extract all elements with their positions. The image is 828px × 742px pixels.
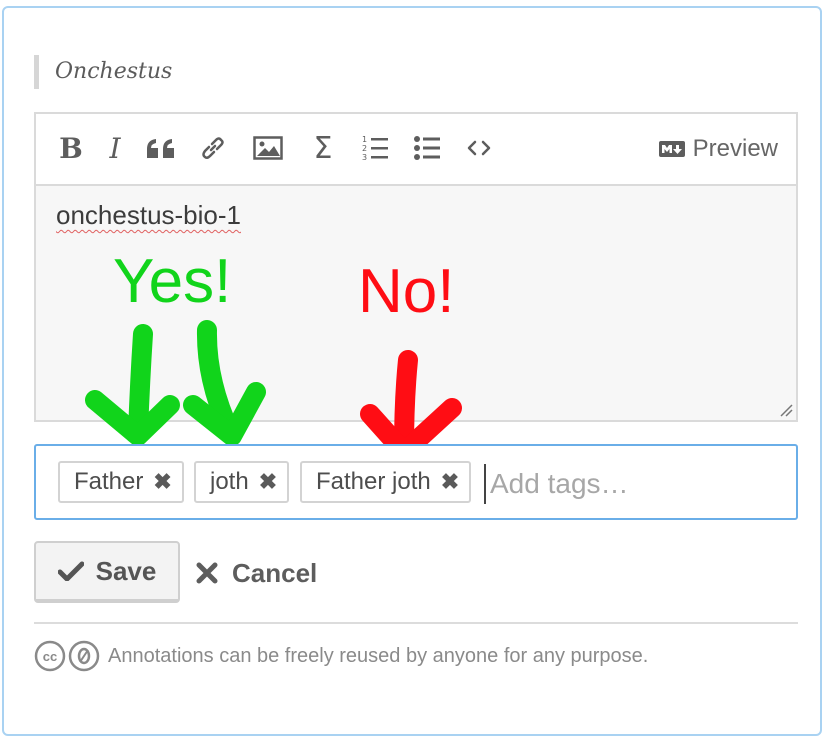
annotation-text[interactable]: onchestus-bio-1 [56,200,241,231]
image-icon[interactable] [250,130,286,166]
footer-divider [34,622,798,624]
license-notice: cc Annotations can be freely reused by a… [34,638,648,674]
math-icon[interactable]: Σ [306,130,340,166]
tags-field[interactable]: Father ✖ joth ✖ Father joth ✖ [34,444,798,520]
numbered-list-icon[interactable]: 123 [358,130,392,166]
remove-tag-icon[interactable]: ✖ [259,469,277,495]
add-tags-input[interactable] [484,464,782,504]
link-icon[interactable] [196,130,230,166]
svg-text:1: 1 [362,135,367,144]
remove-tag-icon[interactable]: ✖ [441,469,459,495]
save-label: Save [95,555,157,586]
annotation-yes-label: Yes! [113,247,232,316]
save-button[interactable]: Save [34,541,180,603]
svg-text:3: 3 [362,153,367,162]
bold-icon[interactable]: B [54,130,88,166]
bulleted-list-icon[interactable] [410,130,444,166]
svg-text:2: 2 [362,144,367,153]
annotation-no-label: No! [358,257,455,326]
license-text: Annotations can be freely reused by anyo… [108,644,649,667]
quoted-selection: Onchestus [34,55,172,89]
editor-toolbar: B I Σ 123 Preview [36,114,796,184]
creative-commons-icon[interactable]: cc [34,640,100,672]
resize-handle-icon[interactable] [779,403,793,417]
checkmark-icon [57,561,84,581]
preview-button[interactable]: Preview [658,133,778,165]
code-icon[interactable] [462,130,496,166]
tag-label: joth [210,468,249,495]
tag-chip: Father ✖ [58,461,184,503]
quoted-text: Onchestus [55,59,173,84]
svg-text:cc: cc [43,649,57,664]
cancel-label: Cancel [232,557,318,588]
cancel-button[interactable]: Cancel [196,552,317,594]
tag-label: Father joth [316,468,431,495]
italic-icon[interactable]: I [98,130,132,166]
tag-label: Father [74,468,144,495]
close-icon [196,562,218,584]
quote-icon[interactable] [144,130,178,166]
preview-label: Preview [692,135,778,162]
tag-chip: joth ✖ [194,461,290,503]
remove-tag-icon[interactable]: ✖ [153,469,171,495]
tag-chip: Father joth ✖ [300,461,472,503]
markdown-icon [658,141,685,157]
